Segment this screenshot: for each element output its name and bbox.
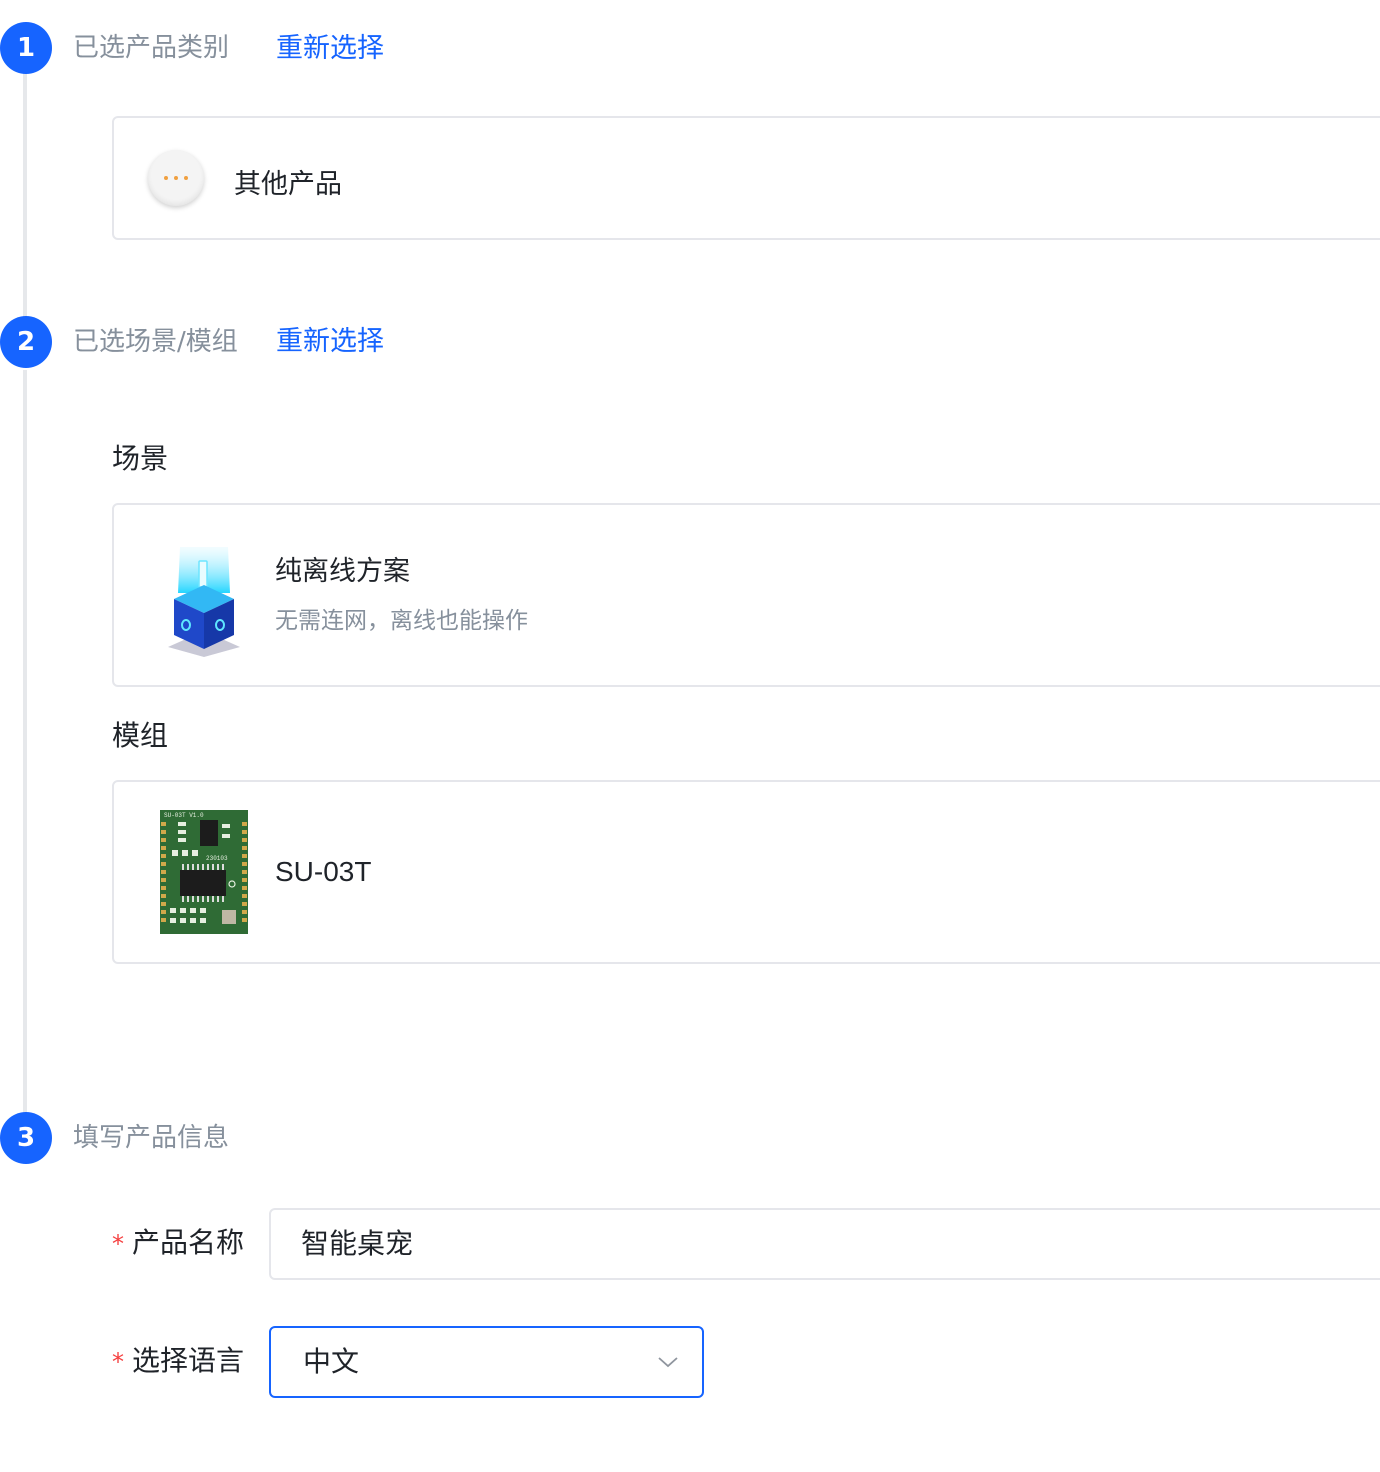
- required-mark: *: [112, 1348, 124, 1376]
- scene-description: 无需连网，离线也能操作: [275, 608, 528, 634]
- step-3-title: 填写产品信息: [73, 1123, 230, 1153]
- scene-card: 纯离线方案 无需连网，离线也能操作: [112, 503, 1380, 687]
- su03t-board-image: SU-03T V1.0 230103: [160, 810, 248, 934]
- category-card: 其他产品: [112, 116, 1380, 240]
- board-code-label: 230103: [206, 855, 228, 862]
- create-product-page: 1 已选产品类别 重新选择 其他产品 2 已选场景/模组 重新选择 场景 纯离线…: [0, 0, 1380, 1472]
- step-1-title: 已选产品类别: [73, 33, 230, 63]
- language-selected-value: 中文: [303, 1345, 360, 1378]
- language-label: * 选择语言: [112, 1342, 244, 1381]
- step-2-indicator: 2: [0, 316, 52, 368]
- module-card: SU-03T V1.0 230103 SU-03T: [112, 780, 1380, 964]
- scene-section-label: 场景: [112, 442, 169, 475]
- board-silkscreen-label: SU-03T V1.0: [164, 812, 204, 819]
- more-dots-icon: [148, 150, 204, 206]
- step-connector-line: [23, 370, 27, 1112]
- step-3-indicator: 3: [0, 1112, 52, 1164]
- step-2-title: 已选场景/模组: [73, 327, 238, 357]
- category-name: 其他产品: [234, 169, 342, 200]
- reselect-scene-module-link[interactable]: 重新选择: [276, 324, 384, 360]
- product-name-label-text: 产品名称: [132, 1226, 245, 1259]
- offline-cube-icon: [164, 539, 244, 659]
- module-section-label: 模组: [112, 719, 169, 752]
- product-name-input[interactable]: 智能桌宠: [269, 1208, 1380, 1280]
- chevron-down-icon: [658, 1357, 678, 1368]
- scene-title: 纯离线方案: [275, 556, 410, 587]
- product-name-label: * 产品名称: [112, 1224, 244, 1263]
- product-name-value: 智能桌宠: [301, 1227, 414, 1260]
- language-label-text: 选择语言: [132, 1344, 245, 1377]
- required-mark: *: [112, 1230, 124, 1258]
- language-select[interactable]: 中文: [269, 1326, 704, 1398]
- module-name: SU-03T: [275, 856, 372, 887]
- step-connector-line: [23, 52, 27, 342]
- step-1-indicator: 1: [0, 22, 52, 74]
- reselect-category-link[interactable]: 重新选择: [276, 31, 384, 67]
